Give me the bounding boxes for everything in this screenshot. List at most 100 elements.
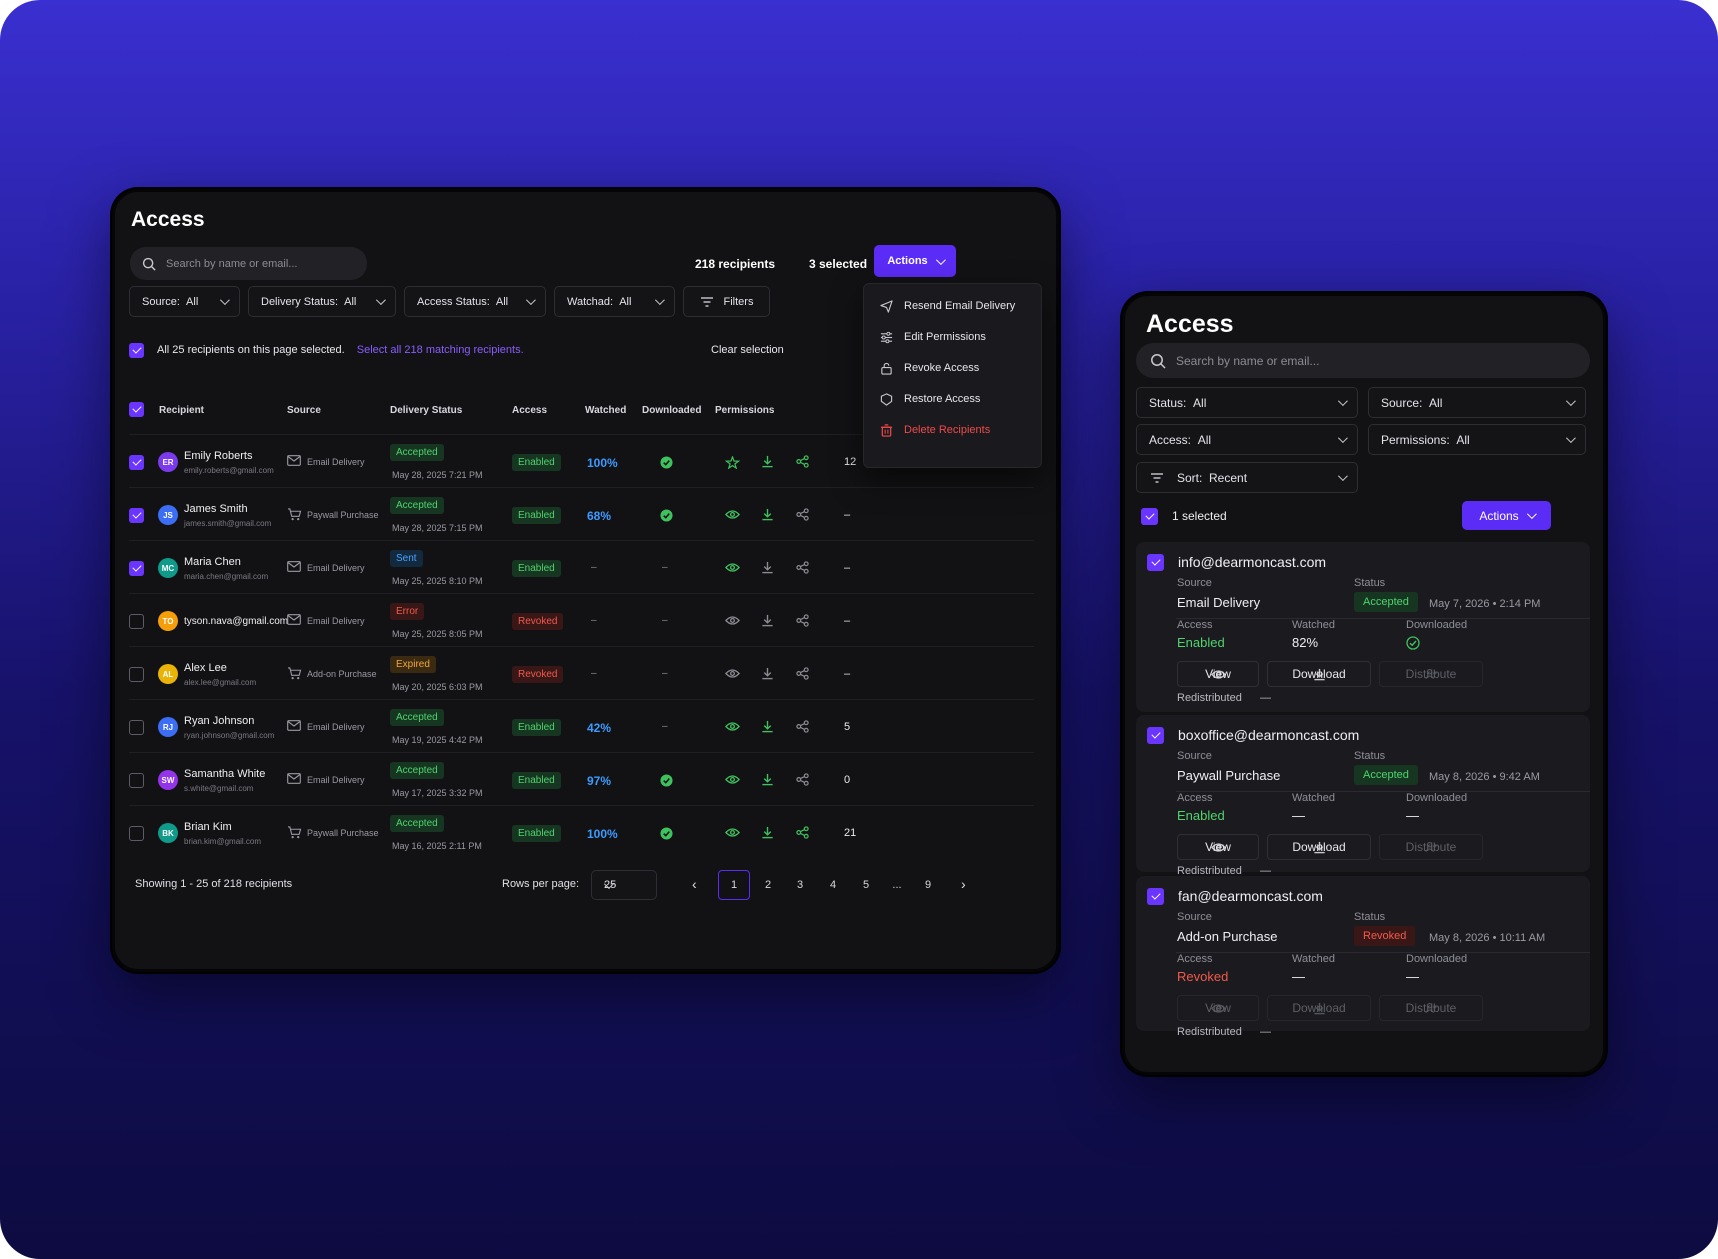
chevron-down-icon [935,254,946,265]
filter-delivery-status[interactable]: Delivery Status: All [248,286,396,317]
status-date: May 7, 2026 • 2:14 PM [1429,598,1541,610]
filter-watched[interactable]: Watchad: All [554,286,675,317]
row-checkbox[interactable] [129,561,144,576]
recipient-email: s.white@gmail.com [184,784,254,793]
distribute-button[interactable]: Distribute [1379,995,1483,1021]
row-checkbox[interactable] [129,667,144,682]
card-checkbox[interactable] [1147,888,1164,905]
col-downloaded[interactable]: Downloaded [642,405,701,416]
page-button-1[interactable]: 1 [718,870,750,900]
access-value: Enabled [1177,808,1225,823]
table-footer: Showing 1 - 25 of 218 recipients Rows pe… [135,870,1025,900]
table-row[interactable]: MC Maria Chen maria.chen@gmail.com Email… [129,540,1034,598]
mail-icon [287,455,301,466]
filter-access-status[interactable]: Access Status: All [404,286,546,317]
view-button[interactable]: View [1177,995,1259,1021]
recipient-card[interactable]: fan@dearmoncast.com Source Add-on Purcha… [1136,876,1590,1038]
clear-selection-button[interactable]: Clear selection [711,344,784,356]
page-button-4[interactable]: 4 [817,870,849,900]
status-badge: Accepted [390,444,444,461]
distribute-button[interactable]: Distribute [1379,661,1483,687]
label-downloaded: Downloaded [1406,619,1468,631]
recipient-card[interactable]: info@dearmoncast.com Source Email Delive… [1136,542,1590,712]
mobile-filter-access[interactable]: Access: All [1136,424,1358,455]
share-icon [796,826,809,839]
mobile-sort-select[interactable]: Sort: Recent [1136,462,1358,493]
recipient-name: Emily Roberts [184,450,253,462]
selection-text: All 25 recipients on this page selected. [157,344,345,356]
row-checkbox[interactable] [129,614,144,629]
status-date: May 20, 2025 6:03 PM [392,682,483,692]
table-row[interactable]: RJ Ryan Johnson ryan.johnson@gmail.com E… [129,699,1034,757]
mobile-filter-source[interactable]: Source: All [1368,387,1586,418]
source-text: Email Delivery [307,563,365,573]
downloaded-value: – [662,721,668,732]
row-checkbox[interactable] [129,508,144,523]
status-date: May 8, 2026 • 10:11 AM [1429,932,1546,944]
row-checkbox[interactable] [129,720,144,735]
col-permissions[interactable]: Permissions [715,405,774,416]
filter-source[interactable]: Source: All [129,286,240,317]
prev-page-button[interactable]: ‹ [692,876,697,892]
table-row[interactable]: AL Alex Lee alex.lee@gmail.com Add-on Pu… [129,646,1034,704]
table-row[interactable]: JS James Smith james.smith@gmail.com Pay… [129,487,1034,545]
redistributed-count: 5 [844,721,851,733]
mobile-search-input[interactable]: Search by name or email... [1136,343,1590,378]
mobile-actions-button[interactable]: Actions [1462,501,1551,530]
source-text: Email Delivery [307,775,365,785]
lock-open-icon [881,362,892,375]
page-button-9[interactable]: 9 [912,870,944,900]
page-ellipsis: ... [892,879,902,891]
rows-per-page-select[interactable]: 25 [591,870,657,900]
mobile-select-checkbox[interactable] [1141,508,1158,525]
col-source[interactable]: Source [287,405,321,416]
download-button[interactable]: Download [1267,834,1371,860]
mobile-filter-status[interactable]: Status: All [1136,387,1358,418]
actions-dropdown-menu: Resend Email Delivery Edit Permissions R… [863,283,1042,468]
source-value: Email Delivery [1177,595,1261,610]
page-button-5[interactable]: 5 [850,870,882,900]
download-button[interactable]: Download [1267,661,1371,687]
card-checkbox[interactable] [1147,554,1164,571]
col-recipient[interactable]: Recipient [159,405,204,416]
menu-item-delete-recipients[interactable]: Delete Recipients [880,418,990,442]
select-all-link[interactable]: Select all 218 matching recipients. [357,344,524,356]
view-button[interactable]: View [1177,661,1259,687]
mail-icon [287,720,301,731]
label-status: Status [1354,577,1386,589]
label-source: Source [1177,577,1212,589]
col-access[interactable]: Access [512,405,547,416]
menu-item-revoke-access[interactable]: Revoke Access [880,356,979,380]
actions-button[interactable]: Actions [874,245,956,277]
next-page-button[interactable]: › [961,876,966,892]
table-row[interactable]: TO tyson.nava@gmail.com Email Delivery E… [129,593,1034,651]
select-all-checkbox[interactable] [129,402,144,417]
view-button[interactable]: View [1177,834,1259,860]
download-button[interactable]: Download [1267,995,1371,1021]
status-date: May 16, 2025 2:11 PM [392,841,482,851]
distribute-button[interactable]: Distribute [1379,834,1483,860]
search-input[interactable]: Search by name or email... [130,247,367,280]
cart-icon [288,826,302,839]
table-row[interactable]: BK Brian Kim brian.kim@gmail.com Paywall… [129,805,1034,863]
filters-button[interactable]: Filters [683,286,770,317]
card-checkbox[interactable] [1147,727,1164,744]
row-checkbox[interactable] [129,773,144,788]
recipient-card[interactable]: boxoffice@dearmoncast.com Source Paywall… [1136,715,1590,877]
table-row[interactable]: SW Samantha White s.white@gmail.com Emai… [129,752,1034,810]
share-icon [796,720,809,733]
check-circle-icon [1406,636,1420,650]
row-checkbox[interactable] [129,826,144,841]
share-icon [796,773,809,786]
select-page-checkbox[interactable] [129,342,144,358]
menu-item-edit-permissions[interactable]: Edit Permissions [880,325,986,349]
page-button-3[interactable]: 3 [784,870,816,900]
row-checkbox[interactable] [129,455,144,470]
mobile-filter-permissions[interactable]: Permissions: All [1368,424,1586,455]
col-watched[interactable]: Watched [585,405,626,416]
menu-item-resend-email[interactable]: Resend Email Delivery [880,294,1015,318]
download-icon [762,455,773,468]
col-delivery-status[interactable]: Delivery Status [390,405,462,416]
menu-item-restore-access[interactable]: Restore Access [880,387,980,411]
page-button-2[interactable]: 2 [752,870,784,900]
